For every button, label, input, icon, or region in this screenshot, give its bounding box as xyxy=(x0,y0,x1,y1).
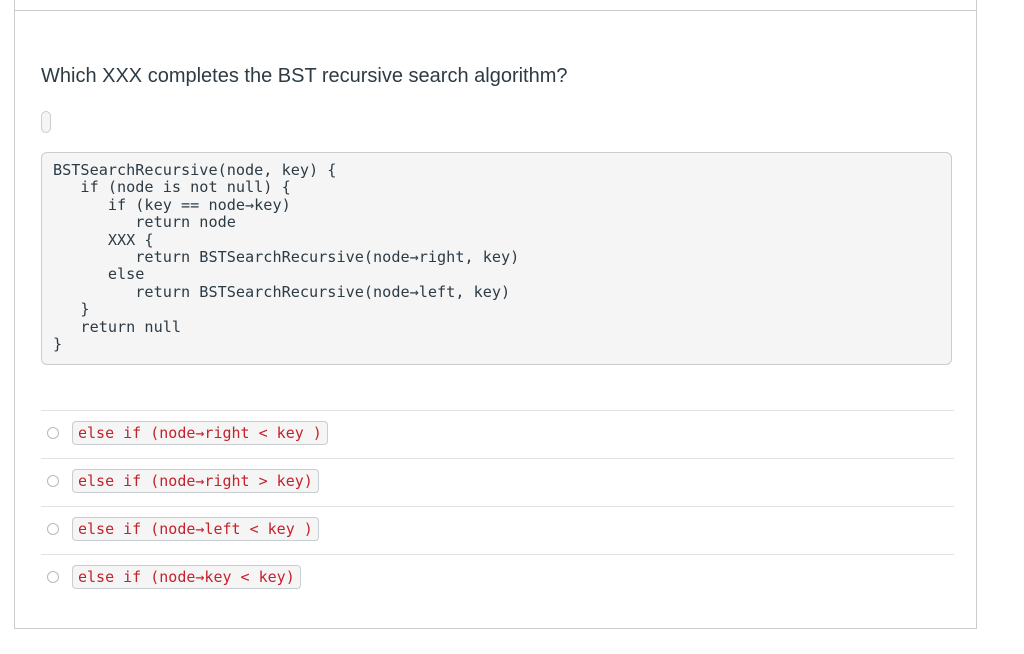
code-block: BSTSearchRecursive(node, key) { if (node… xyxy=(41,152,952,365)
answer-radio-4[interactable] xyxy=(47,571,59,583)
code-line: return null xyxy=(53,317,182,336)
code-line: else xyxy=(53,265,145,284)
empty-code-chip xyxy=(41,111,51,133)
code-line: return BSTSearchRecursive(node→left, key… xyxy=(53,282,511,301)
code-line: XXX { xyxy=(53,230,154,249)
question-text: Which XXX completes the BST recursive se… xyxy=(41,65,568,87)
answer-label-4[interactable]: else if (node→key < key) xyxy=(72,565,301,589)
code-line: return BSTSearchRecursive(node→right, ke… xyxy=(53,248,520,267)
answer-radio-1[interactable] xyxy=(47,427,59,439)
code-line: } xyxy=(53,300,90,319)
answer-radio-2[interactable] xyxy=(47,475,59,487)
answer-label-1[interactable]: else if (node→right < key ) xyxy=(72,421,328,445)
answer-radio-3[interactable] xyxy=(47,523,59,535)
code-line: return node xyxy=(53,213,236,232)
answer-label-2[interactable]: else if (node→right > key) xyxy=(72,469,319,493)
question-card: Which XXX completes the BST recursive se… xyxy=(14,0,977,629)
answer-option-4[interactable]: else if (node→key < key) xyxy=(41,554,954,602)
code-line: } xyxy=(53,335,63,354)
answer-option-2[interactable]: else if (node→right > key) xyxy=(41,458,954,506)
answer-option-3[interactable]: else if (node→left < key ) xyxy=(41,506,954,554)
answer-list: else if (node→right < key ) else if (nod… xyxy=(41,410,954,602)
code-line: BSTSearchRecursive(node, key) { xyxy=(53,161,337,179)
header-divider xyxy=(15,10,976,11)
code-line: if (key == node→key) xyxy=(53,195,291,214)
answer-label-3[interactable]: else if (node→left < key ) xyxy=(72,517,319,541)
code-line: if (node is not null) { xyxy=(53,178,291,197)
answer-option-1[interactable]: else if (node→right < key ) xyxy=(41,410,954,458)
